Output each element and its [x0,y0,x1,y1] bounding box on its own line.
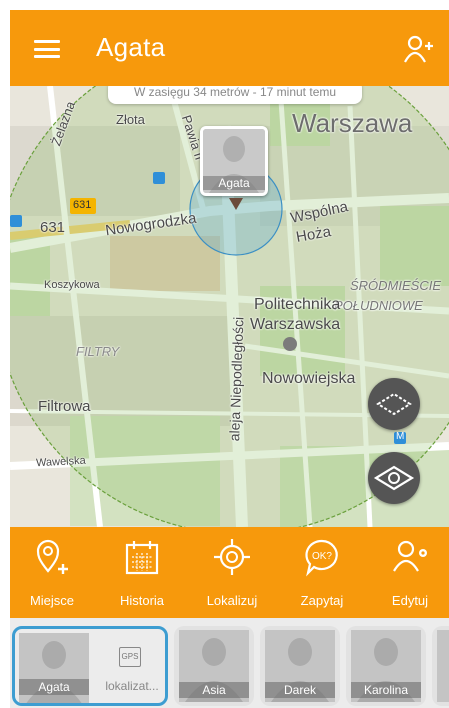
action-edytuj-button[interactable]: Edytuj [368,527,449,618]
friend-card-darek[interactable]: Darek [260,626,340,706]
map-label-politechnika-1: Politechnika [254,296,341,313]
action-label: Zapytaj [300,593,344,608]
friend-location-status: lokalizat... [105,679,159,693]
map-label-koszykowa: Koszykowa [44,279,100,291]
locate-icon [214,539,250,575]
layers-icon [376,392,412,416]
friend-card-karolina[interactable]: Karolina [346,626,426,706]
view-3d-icon [373,465,415,491]
map-label-zlota: Złota [116,112,145,127]
action-lokalizuj-button[interactable]: Lokalizuj [190,527,274,618]
friend-name: Asia [179,682,249,698]
action-label: Miejsce [29,593,75,608]
pin-user-name: Agata [203,176,265,190]
map-label-route631b: 631 [40,219,66,236]
add-user-icon[interactable] [403,34,435,64]
map-label-nowowiejska: Nowowiejska [262,370,356,387]
page-title: Agata [96,32,166,62]
gps-icon: GPS [119,647,141,667]
friend-name: Karolina [351,682,421,698]
add-place-icon [36,539,68,574]
map-label-filtry: FILTRY [76,344,120,359]
map-label-filtrowa: Filtrowa [38,398,91,415]
pin-pointer-icon [229,198,243,210]
action-bar: Miejsce Historia Lokalizuj OK? Zapytaj E… [10,527,449,618]
action-miejsce-button[interactable]: Miejsce [10,527,94,618]
map-label-srodmiescie-2: POŁUDNIOWE [334,298,423,313]
friends-strip: Agata GPS lokalizat... Asia Darek Karoli… [10,618,449,708]
friend-card-asia[interactable]: Asia [174,626,254,706]
map-3d-view-button[interactable] [368,452,420,504]
map-label-srodmiescie-1: ŚRÓDMIEŚCIE [350,278,442,293]
action-label: Edytuj [391,593,429,608]
friend-name: Darek [265,682,335,698]
map-label-route631a: 631 [73,199,92,211]
app-toolbar: Agata [10,10,449,86]
map-layers-button[interactable] [368,378,420,430]
action-label: Historia [119,593,165,608]
edit-user-icon [393,540,427,572]
map-view[interactable]: Żelazna Złota Pawia II Warszawa 631 631 … [10,86,449,527]
calendar-icon [125,541,159,575]
map-label-politechnika-2: Warszawska [250,316,341,333]
friend-name: Agata [19,679,89,695]
map-label-metro: M [396,431,405,442]
friend-card-partial[interactable] [432,626,449,706]
friend-card-agata[interactable]: Agata GPS lokalizat... [12,626,168,706]
ask-ok-text: OK? [312,551,332,562]
action-label: Lokalizuj [206,593,258,608]
action-historia-button[interactable]: Historia [100,527,184,618]
action-zapytaj-button[interactable]: OK? Zapytaj [280,527,364,618]
map-label-warszawa: Warszawa [292,108,413,138]
location-info-tooltip: W zasięgu 34 metrów - 17 minut temu [108,86,362,104]
ask-ok-icon: OK? [305,539,338,577]
user-location-pin[interactable]: Agata [200,126,268,196]
hamburger-menu-icon[interactable] [34,40,60,58]
avatar [437,630,449,702]
